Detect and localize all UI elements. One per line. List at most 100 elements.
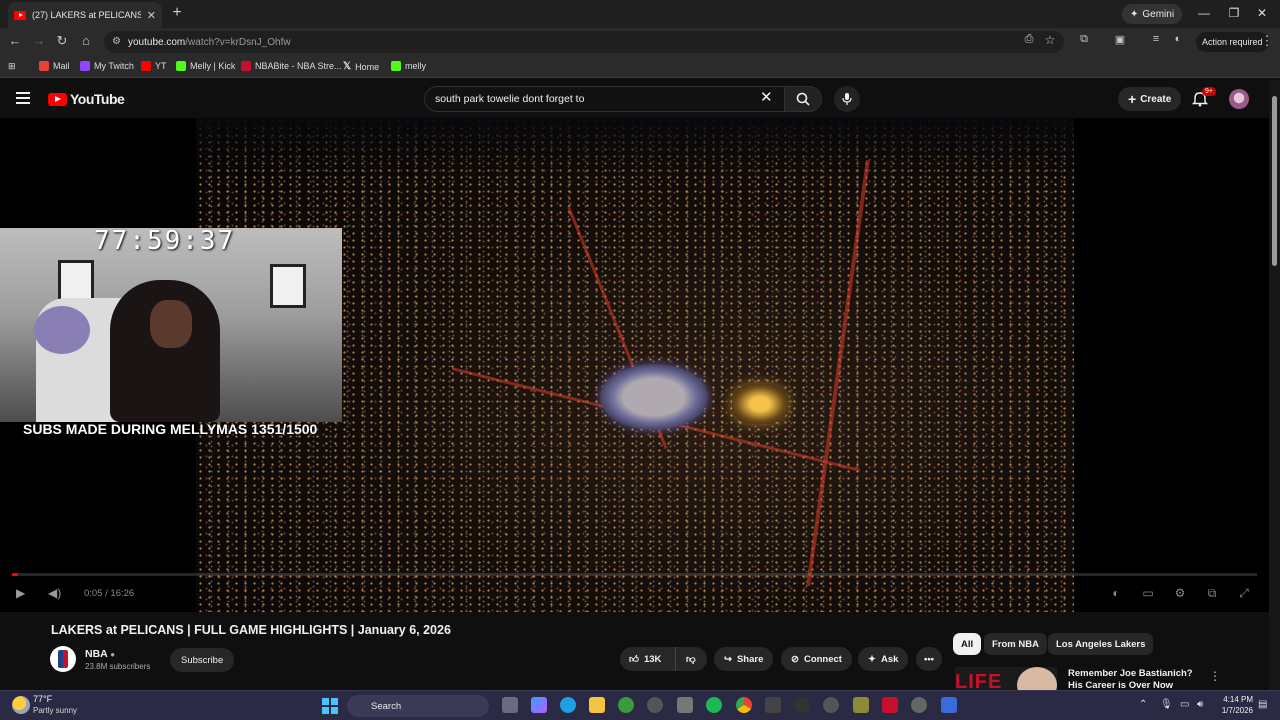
- account-avatar[interactable]: [1229, 89, 1249, 109]
- profile-icon[interactable]: ◐: [1170, 33, 1186, 45]
- app-icon[interactable]: [941, 697, 957, 713]
- share-button[interactable]: ↪ Share: [714, 647, 774, 671]
- media-player-icon[interactable]: [794, 697, 810, 713]
- network-icon[interactable]: ▭: [1180, 699, 1189, 710]
- app-icon[interactable]: [765, 697, 781, 713]
- app-icon[interactable]: [882, 697, 898, 713]
- autoplay-toggle-icon[interactable]: ◐: [1108, 586, 1124, 600]
- chip-from-nba[interactable]: From NBA: [984, 633, 1047, 655]
- extensions-icon[interactable]: ⧉: [1076, 33, 1092, 46]
- app-icon[interactable]: [823, 697, 839, 713]
- bookmark-star-icon[interactable]: ☆: [1042, 33, 1058, 47]
- create-button[interactable]: + Create: [1118, 87, 1182, 111]
- gemini-button[interactable]: ✦ Gemini: [1122, 4, 1183, 24]
- url-input[interactable]: ⚙ youtube.com/watch?v=krDsnJ_Ohfw: [104, 31, 1064, 53]
- dislike-button[interactable]: 👎︎: [675, 647, 707, 671]
- file-explorer-icon[interactable]: [589, 697, 605, 713]
- volume-icon[interactable]: ◀): [48, 586, 61, 600]
- windows-taskbar: 77°F Partly sunny ⌕ Search ⌃ 🎙︎ ▭ 🔊︎ 4:1…: [0, 690, 1280, 720]
- spotify-icon[interactable]: [706, 697, 722, 713]
- close-window-button[interactable]: ✕: [1254, 6, 1270, 20]
- app-icon[interactable]: [853, 697, 869, 713]
- temperature[interactable]: 77°F: [33, 694, 52, 704]
- reload-icon[interactable]: ↻: [54, 33, 70, 49]
- channel-avatar[interactable]: [50, 646, 76, 672]
- site-info-icon[interactable]: ⚙: [112, 36, 121, 47]
- reading-list-icon[interactable]: ≡: [1148, 33, 1164, 45]
- bookmark-label: NBABite - NBA Stre...: [255, 61, 342, 71]
- xbox-icon[interactable]: [618, 697, 634, 713]
- apps-grid-icon[interactable]: ⊞: [8, 61, 16, 72]
- fullscreen-icon[interactable]: ⤢: [1236, 586, 1252, 600]
- settings-gear-icon[interactable]: ⚙: [1172, 586, 1188, 600]
- ask-button[interactable]: ✦ Ask: [858, 647, 909, 671]
- bookmark-melly[interactable]: melly: [391, 61, 426, 71]
- github-icon[interactable]: [647, 697, 663, 713]
- more-actions-button[interactable]: •••: [916, 647, 942, 671]
- copilot-icon[interactable]: [531, 697, 547, 713]
- youtube-logo[interactable]: YouTube: [48, 91, 125, 107]
- recommended-more-icon[interactable]: ⋮: [1209, 669, 1221, 683]
- scrollbar-thumb[interactable]: [1272, 96, 1277, 266]
- microphone-tray-icon[interactable]: 🎙︎: [1160, 699, 1173, 710]
- settings-icon[interactable]: [911, 697, 927, 713]
- task-view-icon[interactable]: [502, 697, 518, 713]
- like-count: 13K: [643, 653, 662, 665]
- recommended-video-thumbnail[interactable]: LIFE: [955, 667, 1057, 690]
- streamer-face: [150, 300, 192, 348]
- video-player[interactable]: 77:59:37 SUBS MADE DURING MELLYMAS 1351/…: [0, 118, 1269, 612]
- connect-button[interactable]: ⊘ Connect: [781, 647, 852, 671]
- speaker-icon[interactable]: 🔊︎: [1197, 699, 1203, 710]
- bookmark-label: Melly | Kick: [190, 61, 236, 71]
- clear-search-icon[interactable]: ✕: [760, 88, 773, 106]
- bookmark-home[interactable]: 𝕏 Home: [343, 61, 379, 72]
- windows-start-icon[interactable]: [322, 698, 338, 714]
- cast-icon[interactable]: ⎙: [1021, 33, 1037, 46]
- minimize-button[interactable]: —: [1196, 6, 1212, 20]
- search-button[interactable]: [784, 86, 822, 112]
- voice-search-button[interactable]: [834, 86, 860, 112]
- new-tab-button[interactable]: +: [168, 4, 186, 22]
- bookmark-yt[interactable]: YT: [141, 61, 167, 71]
- progress-bar[interactable]: [12, 573, 1257, 576]
- bookmark-label: Home: [355, 61, 380, 72]
- tab-search-icon[interactable]: ▣: [1112, 33, 1128, 46]
- play-icon[interactable]: ▶: [16, 586, 25, 600]
- back-icon[interactable]: ←: [7, 33, 23, 48]
- store-icon[interactable]: [677, 697, 693, 713]
- bookmark-nbabite[interactable]: NBABite - NBA Stre...: [241, 61, 342, 71]
- thumbs-up-icon: 👍︎: [629, 654, 639, 665]
- browser-menu-icon[interactable]: ⋮: [1259, 33, 1275, 49]
- taskbar-search-label: Search: [371, 700, 402, 712]
- channel-name[interactable]: NBA ●: [85, 648, 115, 660]
- search-input[interactable]: south park towelie dont forget to: [424, 86, 784, 112]
- edge-icon[interactable]: [560, 697, 576, 713]
- chip-los-angeles-lakers[interactable]: Los Angeles Lakers: [1048, 633, 1154, 655]
- page-scrollbar[interactable]: [1269, 80, 1280, 690]
- plush-toy: [34, 306, 90, 354]
- taskbar-clock[interactable]: 4:14 PM 1/7/2026: [1217, 694, 1253, 716]
- tab-close-button[interactable]: ✕: [147, 9, 156, 22]
- miniplayer-icon[interactable]: ⧉: [1204, 586, 1220, 600]
- subscribe-button[interactable]: Subscribe: [170, 648, 235, 672]
- bookmark-melly-kick[interactable]: Melly | Kick: [176, 61, 235, 71]
- weather-icon[interactable]: [12, 696, 30, 714]
- chip-all[interactable]: All: [953, 633, 982, 655]
- taskbar-search-box[interactable]: Search: [347, 695, 489, 717]
- hamburger-menu-icon[interactable]: [16, 92, 30, 104]
- action-required-button[interactable]: Action required: [1196, 32, 1269, 52]
- forward-icon[interactable]: →: [31, 33, 47, 48]
- like-button[interactable]: 👍︎ 13K: [620, 647, 675, 671]
- bookmark-my-twitch[interactable]: My Twitch: [80, 61, 134, 71]
- microphone-icon: [842, 93, 852, 105]
- tray-overflow-icon[interactable]: ⌃: [1139, 699, 1147, 710]
- bookmark-mail[interactable]: Mail: [39, 61, 70, 71]
- notification-center-icon[interactable]: ▤: [1258, 699, 1267, 710]
- home-icon[interactable]: ⌂: [78, 33, 94, 48]
- weather-description[interactable]: Partly sunny: [33, 706, 77, 715]
- chrome-icon[interactable]: [736, 697, 752, 713]
- restore-button[interactable]: ❐: [1226, 6, 1242, 20]
- recommended-video-title[interactable]: Remember Joe Bastianich? His Career is O…: [1068, 668, 1208, 690]
- captions-icon[interactable]: ▭: [1140, 586, 1156, 600]
- browser-tab[interactable]: (27) LAKERS at PELICANS | FULL GA ✕: [8, 2, 162, 28]
